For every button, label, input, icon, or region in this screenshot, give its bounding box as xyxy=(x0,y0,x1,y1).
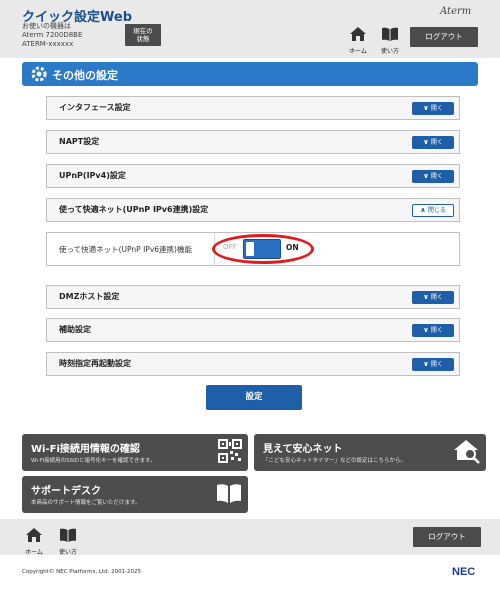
footer-logout-button[interactable]: ログアウト xyxy=(413,527,481,547)
model-prefix: お使いの機器は xyxy=(22,22,71,30)
accordion-label: 時刻指定再起動設定 xyxy=(59,359,131,368)
support-card-title: サポートデスク xyxy=(31,486,101,497)
status-button-line1: 現在の xyxy=(133,27,153,35)
accordion-label: インタフェース設定 xyxy=(59,103,131,112)
aterm-logo: Aterm xyxy=(440,6,472,17)
close-button-label: 閉じる xyxy=(427,207,446,214)
section-title: その他の設定 xyxy=(52,69,118,82)
footer: ホーム 使い方 ログアウト xyxy=(0,519,500,556)
support-desk-card[interactable]: サポートデスク 本商品のサポート情報をご覧いただけます。 xyxy=(22,476,248,513)
wifi-card-title: Wi-Fi接続用情報の確認 xyxy=(31,444,140,455)
footer-home-link[interactable]: ホーム xyxy=(19,527,49,556)
model-name: Aterm 7200D8BE xyxy=(22,31,83,39)
open-button[interactable]: ∨ 開く xyxy=(412,102,454,115)
chevron-down-icon: ∨ xyxy=(423,138,429,146)
header: クイック設定Web お使いの機器は Aterm 7200D8BE ATERM-x… xyxy=(0,0,500,58)
section-header: その他の設定 xyxy=(22,62,478,86)
footer-home-label: ホーム xyxy=(25,549,43,556)
open-button-label: 開く xyxy=(430,173,443,180)
chevron-up-icon: ∧ xyxy=(420,206,426,214)
footer-manual-label: 使い方 xyxy=(58,549,77,556)
home-link[interactable]: ホーム xyxy=(343,26,373,55)
accordion-label: UPnP(IPv4)設定 xyxy=(59,171,126,180)
accordion-label: DMZホスト設定 xyxy=(59,292,120,301)
nec-logo: NEC xyxy=(452,566,476,578)
chevron-down-icon: ∨ xyxy=(423,293,429,301)
home-label: ホーム xyxy=(349,48,367,55)
device-id: ATERM-xxxxxx xyxy=(22,40,74,48)
accordion-label: 使って快適ネット(UPnP IPv6連携)設定 xyxy=(59,205,209,214)
open-button[interactable]: ∨ 開く xyxy=(412,136,454,149)
accordion-napt[interactable]: NAPT設定 ∨ 開く xyxy=(46,130,460,154)
accordion-auxiliary[interactable]: 補助設定 ∨ 開く xyxy=(46,318,460,342)
chevron-down-icon: ∨ xyxy=(423,326,429,334)
book-icon xyxy=(382,27,398,41)
open-button[interactable]: ∨ 開く xyxy=(412,291,454,304)
status-button-line2: 状態 xyxy=(136,35,150,43)
accordion-label: 補助設定 xyxy=(59,325,91,334)
accordion-label: NAPT設定 xyxy=(59,137,100,146)
accordion-interface[interactable]: インタフェース設定 ∨ 開く xyxy=(46,96,460,120)
wifi-info-card[interactable]: Wi-Fi接続用情報の確認 Wi-Fi接続用のSSIDと暗号化キーを確認できます… xyxy=(22,434,248,471)
open-button-label: 開く xyxy=(430,361,443,368)
support-card-desc: 本商品のサポート情報をご覧いただけます。 xyxy=(31,500,141,506)
close-button[interactable]: ∧ 閉じる xyxy=(412,204,454,217)
book-icon xyxy=(217,484,241,503)
wifi-card-desc: Wi-Fi接続用のSSIDと暗号化キーを確認できます。 xyxy=(31,458,156,464)
chevron-down-icon: ∨ xyxy=(423,104,429,112)
chevron-down-icon: ∨ xyxy=(423,360,429,368)
open-button[interactable]: ∨ 開く xyxy=(412,358,454,371)
manual-link[interactable]: 使い方 xyxy=(375,26,405,55)
book-icon xyxy=(60,528,76,542)
accordion-upnp-ipv4[interactable]: UPnP(IPv4)設定 ∨ 開く xyxy=(46,164,460,188)
accordion-dmz[interactable]: DMZホスト設定 ∨ 開く xyxy=(46,285,460,309)
safety-card-desc: 「こども安心ネットタイマー」などの設定はこちらから。 xyxy=(263,458,407,464)
highlight-annotation xyxy=(212,234,314,264)
qr-code-icon xyxy=(218,439,242,463)
open-button-label: 開く xyxy=(430,327,443,334)
manual-label: 使い方 xyxy=(380,48,399,55)
accordion-scheduled-reboot[interactable]: 時刻指定再起動設定 ∨ 開く xyxy=(46,352,460,376)
safety-card-title: 見えて安心ネット xyxy=(263,444,343,455)
footer-manual-link[interactable]: 使い方 xyxy=(53,527,83,556)
open-button[interactable]: ∨ 開く xyxy=(412,324,454,337)
chevron-down-icon: ∨ xyxy=(423,172,429,180)
open-button-label: 開く xyxy=(430,105,443,112)
open-button-label: 開く xyxy=(430,139,443,146)
open-button[interactable]: ∨ 開く xyxy=(412,170,454,183)
open-button-label: 開く xyxy=(430,294,443,301)
home-icon xyxy=(26,528,42,542)
house-search-icon xyxy=(454,440,480,464)
accordion-upnp-ipv6[interactable]: 使って快適ネット(UPnP IPv6連携)設定 ∧ 閉じる xyxy=(46,198,460,222)
apply-button[interactable]: 設定 xyxy=(206,385,302,410)
copyright: Copyright© NEC Platforms, Ltd. 2001-2025 xyxy=(22,569,142,575)
home-icon xyxy=(350,27,366,41)
mieru-anshin-card[interactable]: 見えて安心ネット 「こども安心ネットタイマー」などの設定はこちらから。 xyxy=(254,434,486,471)
gear-icon xyxy=(31,66,47,82)
current-status-button[interactable]: 現在の 状態 xyxy=(125,24,161,46)
logout-button[interactable]: ログアウト xyxy=(410,27,478,47)
upnp-ipv6-function-label: 使って快適ネット(UPnP IPv6連携)機能 xyxy=(59,245,192,254)
